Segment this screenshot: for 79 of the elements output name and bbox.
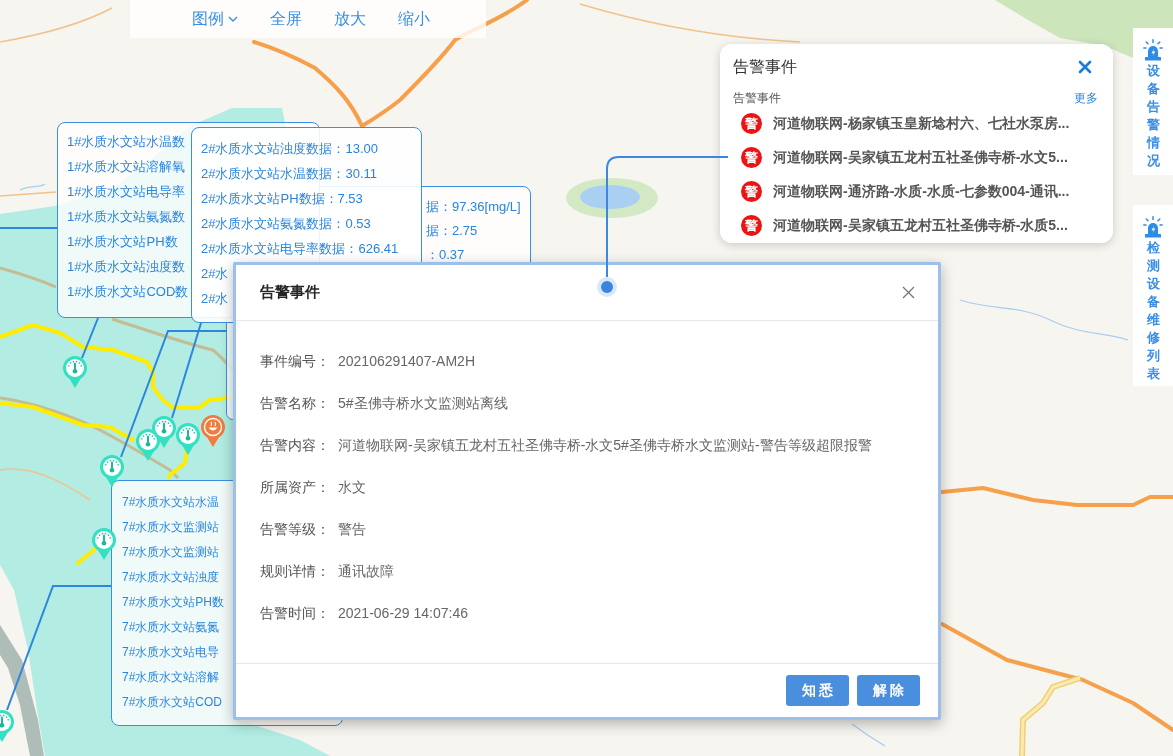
popup-text: 2#水质水文站氨氮数据：0.53 <box>201 215 371 233</box>
popup-text: ：0.37 <box>426 248 465 262</box>
acknowledge-button[interactable]: 知 悉 <box>786 675 849 706</box>
river-line <box>851 723 886 747</box>
field-label: 规则详情： <box>260 561 331 581</box>
popup-text: 7#水质水文站COD <box>122 694 222 711</box>
toolbar-button[interactable]: 缩小 <box>398 8 430 30</box>
side-tab[interactable]: 检测设备维修列表 <box>1133 205 1173 386</box>
alert-badge: 警 <box>741 146 762 168</box>
leader-line <box>81 317 99 359</box>
toolbar-button[interactable]: 全屏 <box>270 8 302 30</box>
popup-text: 2#水质水文站水温数据：30.11 <box>201 165 378 183</box>
popup-text: 1#水质水文站浊度数 <box>67 258 186 276</box>
alert-badge: 警 <box>741 214 762 236</box>
thermometer-pin-icon[interactable] <box>91 527 117 561</box>
field-label: 事件编号： <box>260 351 331 371</box>
field-label: 告警时间： <box>260 603 331 623</box>
field-label: 所属资产： <box>260 477 331 497</box>
popup-text: 7#水质水文站电导 <box>122 644 220 661</box>
alert-link[interactable]: 河道物联网-吴家镇五龙村五社圣佛寺桥-水质5... <box>773 214 1068 236</box>
popup-text: 据：97.36[mg/L] <box>426 200 521 214</box>
field-value: 202106291407-AM2H <box>338 351 475 371</box>
popup-text: 1#水质水文站PH数 <box>67 233 178 251</box>
popup-text: 1#水质水文站COD数 <box>67 283 189 301</box>
panel-subtitle: 告警事件 <box>733 90 781 106</box>
popup-text: 据：2.75 <box>426 224 478 238</box>
toolbar-button[interactable]: 放大 <box>334 8 366 30</box>
legend-dropdown[interactable]: 图例 <box>192 8 238 30</box>
popup-text: 2#水质水文站电导率数据：626.41 <box>201 240 399 258</box>
close-icon[interactable] <box>902 286 915 299</box>
road-line <box>0 266 57 289</box>
popup-text: 7#水质水文站溶解 <box>122 669 220 686</box>
chevron-down-icon <box>228 16 238 22</box>
field-value: 水文 <box>338 477 366 497</box>
field-value: 通讯故障 <box>338 561 394 581</box>
siren-icon <box>1143 39 1163 61</box>
popup-text: 2#水质水文站浊度数据：13.00 <box>201 140 378 158</box>
side-tab[interactable]: 设备告警情况 <box>1133 28 1173 175</box>
field-value: 2021-06-29 14:07:46 <box>338 603 468 623</box>
thermometer-pin-icon[interactable] <box>62 355 88 389</box>
field-value: 警告 <box>338 519 366 539</box>
popup-text: 1#水质水文站电导率 <box>67 183 186 201</box>
popup-text: 2#水 <box>201 265 229 283</box>
more-link[interactable]: 更多 <box>1074 90 1098 106</box>
thermometer-pin-icon[interactable] <box>175 422 201 456</box>
field-value: 河道物联网-吴家镇五龙村五社圣佛寺桥-水文5#圣佛寺桥水文监测站-警告等级超限报警 <box>338 435 872 455</box>
map-marker-icon[interactable] <box>200 414 226 448</box>
thermometer-pin-icon[interactable] <box>151 415 177 449</box>
popup-text: 2#水质水文站PH数据：7.53 <box>201 190 363 208</box>
popup-text: 7#水质水文站PH数 <box>122 594 225 611</box>
field-label: 告警内容： <box>260 435 331 455</box>
popup-text: 1#水质水文站水温数 <box>67 133 186 151</box>
panel-title: 告警事件 <box>733 57 797 77</box>
close-icon[interactable] <box>1078 60 1092 74</box>
popup-text: 2#水 <box>201 290 229 308</box>
thermometer-pin-icon[interactable] <box>0 709 15 743</box>
popup-text: 1#水质水文站溶解氧 <box>67 158 186 176</box>
alert-link[interactable]: 河道物联网-杨家镇玉皇新埝村六、七社水泵房... <box>773 112 1070 134</box>
release-button[interactable]: 解 除 <box>857 675 920 706</box>
alert-link[interactable]: 河道物联网-通济路-水质-水质-七参数004-通讯... <box>773 180 1070 202</box>
dialog-title: 告警事件 <box>260 282 320 303</box>
popup-text: 7#水质水文站水温 <box>122 494 220 511</box>
popup-text: 7#水质水文监测站 <box>122 544 220 561</box>
popup-text: 7#水质水文监测站 <box>122 519 220 536</box>
siren-icon <box>1143 216 1163 238</box>
popup-text: 7#水质水文站氨氮 <box>122 619 220 636</box>
river-line <box>19 183 46 191</box>
road-line <box>0 191 57 197</box>
alert-link[interactable]: 河道物联网-吴家镇五龙村五社圣佛寺桥-水文5... <box>773 146 1068 168</box>
field-label: 告警名称： <box>260 393 331 413</box>
leader-line <box>0 227 58 229</box>
field-label: 告警等级： <box>260 519 331 539</box>
alert-badge: 警 <box>741 112 762 134</box>
field-value: 5#圣佛寺桥水文监测站离线 <box>338 393 508 413</box>
thermometer-pin-icon[interactable] <box>99 454 125 488</box>
alert-badge: 警 <box>741 180 762 202</box>
thermometer-pin-icon[interactable] <box>135 428 161 462</box>
popup-text: 1#水质水文站氨氮数 <box>67 208 186 226</box>
popup-text: 7#水质水文站浊度 <box>122 569 220 586</box>
